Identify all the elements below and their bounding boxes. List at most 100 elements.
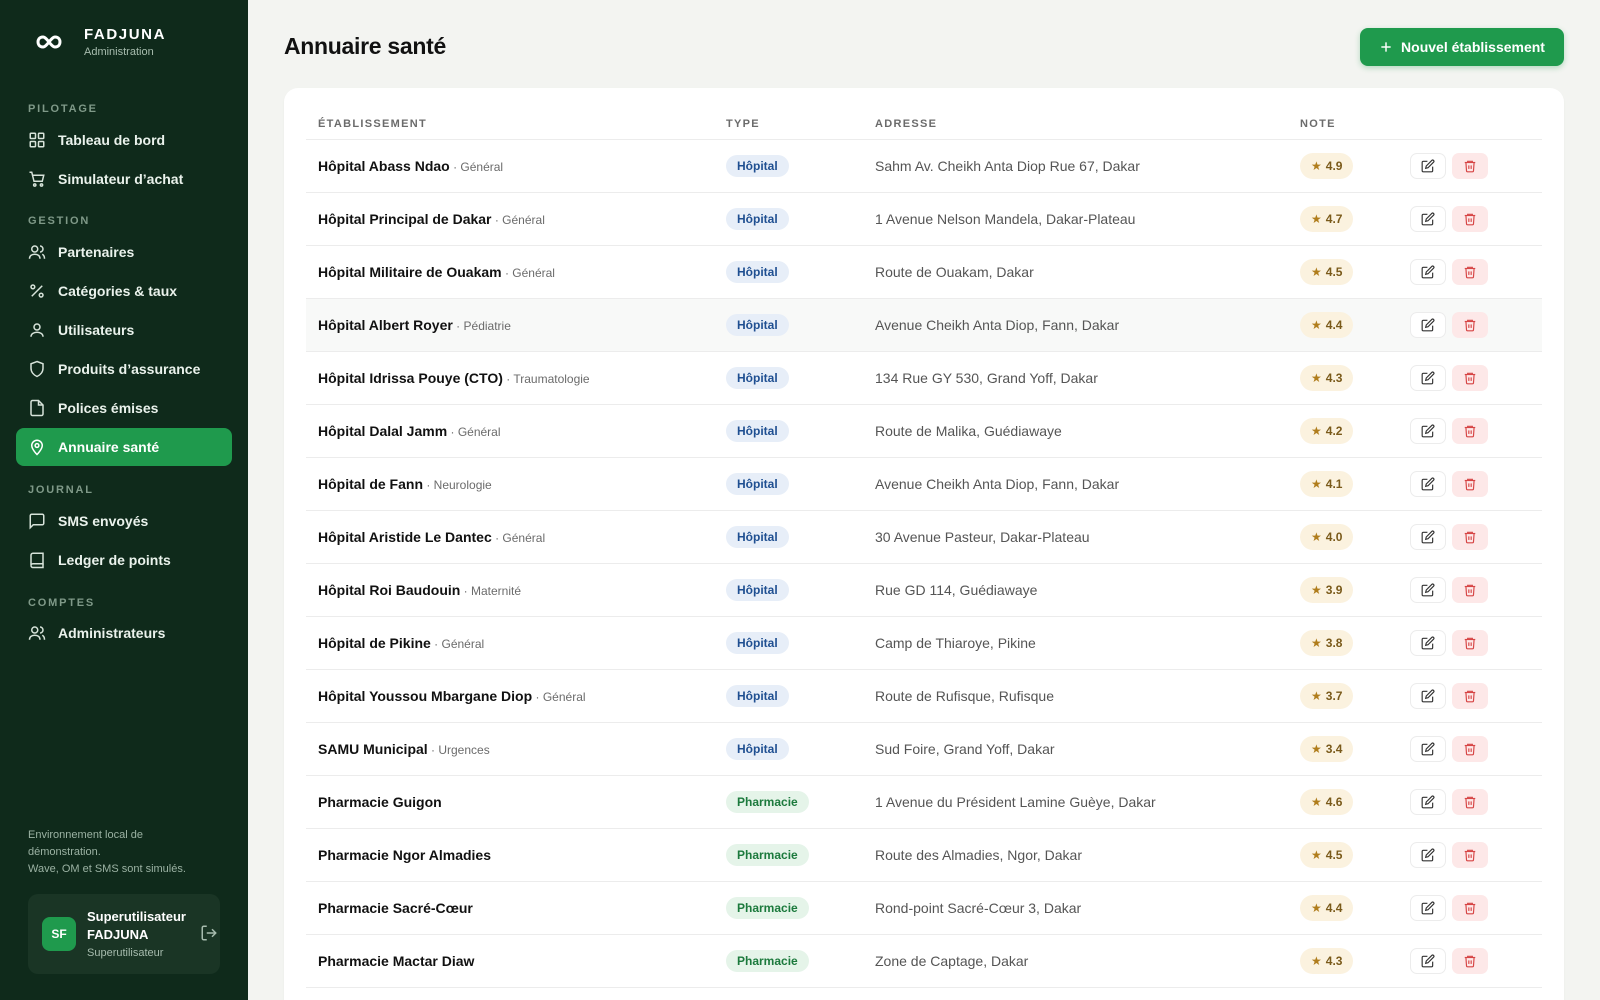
delete-button[interactable] — [1452, 524, 1488, 550]
delete-button[interactable] — [1452, 789, 1488, 815]
edit-button[interactable] — [1410, 259, 1446, 285]
establishment-name-cell: Pharmacie Mactar Diaw — [318, 953, 474, 969]
table-row[interactable]: Hôpital Militaire de Ouakam · Général Hôp… — [306, 246, 1542, 299]
delete-button[interactable] — [1452, 842, 1488, 868]
environment-note: Environnement local de démonstration. Wa… — [28, 827, 218, 878]
sidebar-item-label: Annuaire santé — [58, 439, 160, 455]
edit-icon — [1421, 848, 1435, 862]
edit-button[interactable] — [1410, 365, 1446, 391]
rating-badge: ★ 4.3 — [1300, 365, 1354, 391]
directory-table-card: ÉTABLISSEMENT TYPE ADRESSE NOTE Hôpital … — [284, 88, 1564, 1000]
table-row[interactable]: Hôpital Albert Royer · Pédiatrie Hôpital A… — [306, 299, 1542, 352]
type-badge: Hôpital — [726, 473, 789, 495]
trash-icon — [1463, 636, 1477, 650]
message-icon — [29, 513, 45, 530]
edit-button[interactable] — [1410, 206, 1446, 232]
nav-section-label: COMPTES — [28, 597, 95, 609]
sidebar-item-partners[interactable]: Partenaires — [16, 233, 232, 271]
type-badge: Hôpital — [726, 208, 789, 230]
delete-button[interactable] — [1452, 206, 1488, 232]
edit-button[interactable] — [1410, 153, 1446, 179]
table-row[interactable]: Hôpital de Fann · Neurologie Hôpital Avenu… — [306, 458, 1542, 511]
edit-button[interactable] — [1410, 471, 1446, 497]
table-row[interactable]: Hôpital Dalal Jamm · Général Hôpital Route… — [306, 405, 1542, 458]
column-header-name[interactable]: ÉTABLISSEMENT — [318, 118, 427, 130]
table-row[interactable]: Hôpital Idrissa Pouye (CTO) · Traumatolo… — [306, 352, 1542, 405]
address: Route de Ouakam, Dakar — [875, 264, 1034, 280]
delete-button[interactable] — [1452, 895, 1488, 921]
table-row[interactable]: Pharmacie Mactar Diaw Pharmacie Zone de Ca… — [306, 935, 1542, 988]
delete-button[interactable] — [1452, 471, 1488, 497]
rating-badge: ★ 3.7 — [1300, 683, 1354, 709]
rating-badge: ★ 3.8 — [1300, 630, 1354, 656]
table-row[interactable]: Hôpital Principal de Dakar · Général Hôpi… — [306, 193, 1542, 246]
trash-icon — [1463, 265, 1477, 279]
sidebar-item-dashboard[interactable]: Tableau de bord — [16, 121, 232, 159]
logout-icon[interactable] — [200, 924, 218, 942]
column-header-rating[interactable]: NOTE — [1300, 118, 1336, 130]
edit-icon — [1421, 742, 1435, 756]
table-row[interactable]: Pharmacie Sacré-Cœur Pharmacie Rond-point … — [306, 882, 1542, 935]
rating-value: 4.4 — [1325, 901, 1343, 915]
edit-icon — [1421, 901, 1435, 915]
delete-button[interactable] — [1452, 948, 1488, 974]
trash-icon — [1463, 424, 1477, 438]
sidebar-item-simulator[interactable]: Simulateur d’achat — [16, 160, 232, 198]
edit-button[interactable] — [1410, 842, 1446, 868]
table-row[interactable]: Hôpital de Pikine · Général Hôpital Camp d… — [306, 617, 1542, 670]
rating-value: 3.7 — [1325, 689, 1343, 703]
edit-button[interactable] — [1410, 312, 1446, 338]
type-badge: Hôpital — [726, 420, 789, 442]
edit-button[interactable] — [1410, 789, 1446, 815]
edit-button[interactable] — [1410, 948, 1446, 974]
table-row[interactable]: SAMU Municipal · Urgences Hôpital Sud Foir… — [306, 723, 1542, 776]
sidebar-item-users[interactable]: Utilisateurs — [16, 311, 232, 349]
edit-button[interactable] — [1410, 418, 1446, 444]
delete-button[interactable] — [1452, 153, 1488, 179]
edit-button[interactable] — [1410, 524, 1446, 550]
rating-value: 4.6 — [1325, 795, 1343, 809]
sidebar-item-categories[interactable]: Catégories & taux — [16, 272, 232, 310]
delete-button[interactable] — [1452, 683, 1488, 709]
edit-button[interactable] — [1410, 683, 1446, 709]
rating-value: 4.1 — [1325, 477, 1343, 491]
brand[interactable]: FADJUNA Administration — [36, 26, 166, 58]
establishment-name-cell: Hôpital Militaire de Ouakam · Général — [318, 264, 555, 280]
sidebar-item-health-directory[interactable]: Annuaire santé — [16, 428, 232, 466]
establishment-name-cell: Hôpital de Fann · Neurologie — [318, 476, 492, 492]
column-header-address[interactable]: ADRESSE — [875, 118, 937, 130]
star-icon: ★ — [1311, 636, 1322, 650]
sidebar-item-administrators[interactable]: Administrateurs — [16, 614, 232, 652]
sidebar-item-insurance-products[interactable]: Produits d’assurance — [16, 350, 232, 388]
table-row[interactable]: Hôpital Abass Ndao · Général Hôpital Sahm … — [306, 140, 1542, 193]
delete-button[interactable] — [1452, 577, 1488, 603]
table-row[interactable]: Pharmacie Ngor Almadies Pharmacie Route de… — [306, 829, 1542, 882]
edit-icon — [1421, 371, 1435, 385]
edit-button[interactable] — [1410, 630, 1446, 656]
trash-icon — [1463, 795, 1477, 809]
type-badge: Hôpital — [726, 526, 789, 548]
sidebar-item-policies[interactable]: Polices émises — [16, 389, 232, 427]
delete-button[interactable] — [1452, 418, 1488, 444]
delete-button[interactable] — [1452, 312, 1488, 338]
sidebar-item-sms[interactable]: SMS envoyés — [16, 502, 232, 540]
delete-button[interactable] — [1452, 736, 1488, 762]
table-row[interactable]: Hôpital Youssou Mbargane Diop · Général H… — [306, 670, 1542, 723]
address: Camp de Thiaroye, Pikine — [875, 635, 1036, 651]
column-header-type[interactable]: TYPE — [726, 118, 760, 130]
sidebar-item-ledger[interactable]: Ledger de points — [16, 541, 232, 579]
infinity-logo-icon — [36, 29, 62, 55]
new-establishment-button[interactable]: Nouvel établissement — [1360, 28, 1564, 66]
delete-button[interactable] — [1452, 365, 1488, 391]
edit-button[interactable] — [1410, 736, 1446, 762]
table-row[interactable]: Hôpital Roi Baudouin · Maternité Hôpital R… — [306, 564, 1542, 617]
trash-icon — [1463, 583, 1477, 597]
delete-button[interactable] — [1452, 630, 1488, 656]
table-row[interactable]: Pharmacie Guigon Pharmacie 1 Avenue du Pré… — [306, 776, 1542, 829]
type-badge: Hôpital — [726, 632, 789, 654]
edit-button[interactable] — [1410, 577, 1446, 603]
delete-button[interactable] — [1452, 259, 1488, 285]
rating-value: 4.7 — [1325, 212, 1343, 226]
edit-button[interactable] — [1410, 895, 1446, 921]
table-row[interactable]: Hôpital Aristide Le Dantec · Général Hôpi… — [306, 511, 1542, 564]
